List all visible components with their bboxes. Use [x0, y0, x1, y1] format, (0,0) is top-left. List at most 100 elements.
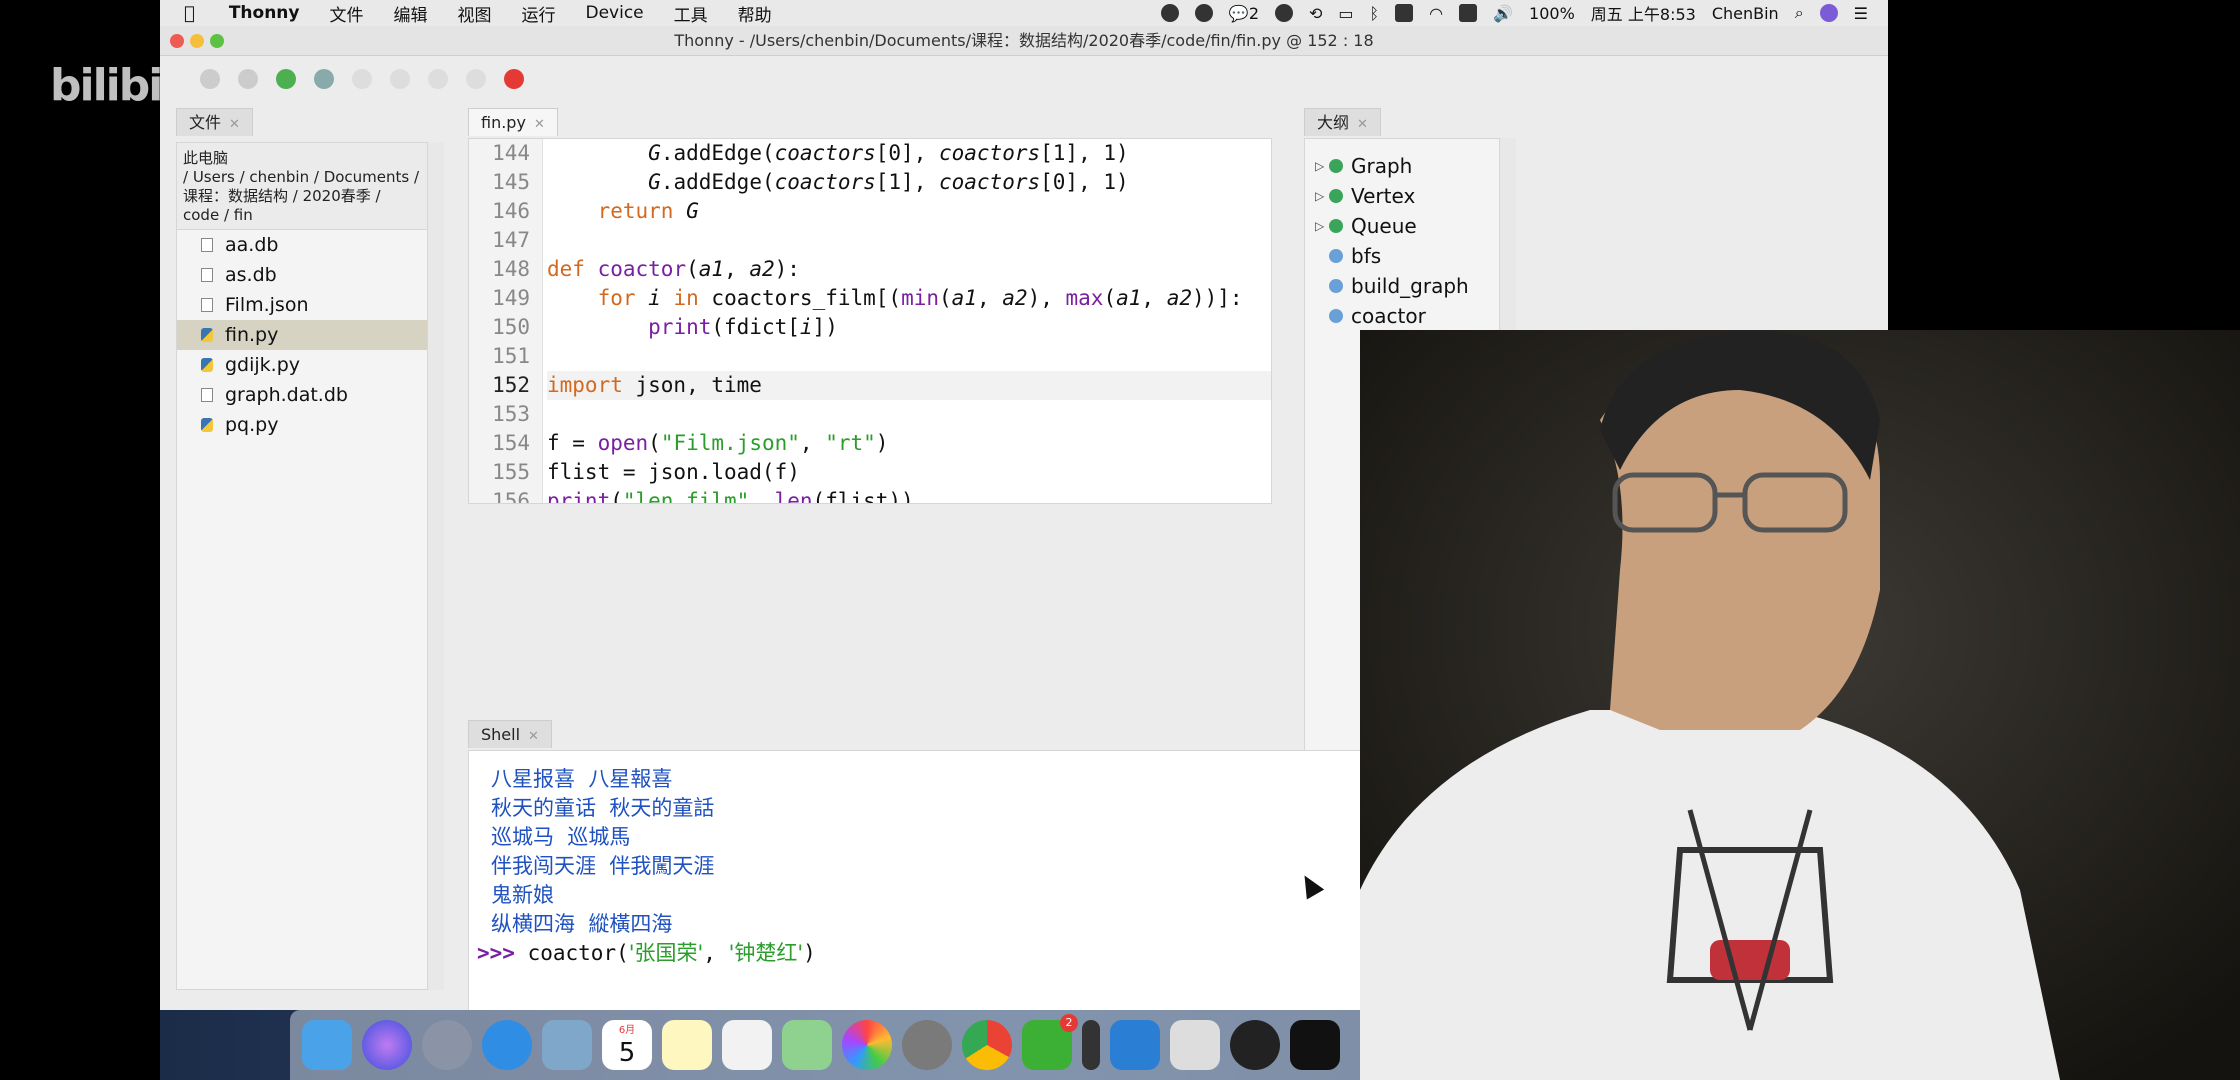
- step-out-icon[interactable]: [428, 69, 448, 89]
- code-line[interactable]: [547, 400, 1271, 429]
- siri-icon[interactable]: [1819, 4, 1838, 22]
- file-item[interactable]: graph.dat.db: [177, 380, 427, 410]
- close-tab-icon[interactable]: ✕: [534, 117, 545, 132]
- outline-item[interactable]: coactor: [1305, 301, 1499, 331]
- stop-icon[interactable]: [504, 69, 524, 89]
- code-line[interactable]: [547, 226, 1271, 255]
- input-method-icon[interactable]: [1459, 4, 1478, 22]
- path-text[interactable]: / Users / chenbin / Documents / 课程：数据结构 …: [183, 168, 421, 225]
- menu-item-help[interactable]: 帮助: [738, 1, 772, 26]
- shell-command-line[interactable]: >>> coactor('张国荣', '钟楚红'): [469, 939, 1515, 968]
- menu-item-edit[interactable]: 编辑: [393, 1, 427, 26]
- menu-item-run[interactable]: 运行: [521, 1, 555, 26]
- accessibility-icon[interactable]: [1275, 4, 1294, 22]
- code-line[interactable]: [547, 342, 1271, 371]
- expand-triangle-icon[interactable]: ▷: [1315, 181, 1324, 211]
- tab-outline[interactable]: 大纲 ✕: [1304, 108, 1381, 136]
- apple-icon[interactable]: : [184, 3, 195, 24]
- open-file-icon[interactable]: [238, 69, 258, 89]
- battery-label[interactable]: 100%: [1529, 4, 1575, 23]
- minimize-button[interactable]: [190, 34, 204, 48]
- siri-dock-icon[interactable]: [362, 1020, 412, 1070]
- clock[interactable]: 周五 上午8:53: [1591, 1, 1696, 25]
- tab-editor-file[interactable]: fin.py ✕: [468, 108, 558, 136]
- keyboard-icon[interactable]: [1395, 4, 1414, 22]
- close-tab-icon[interactable]: ✕: [528, 729, 539, 744]
- files-scrollbar[interactable]: [428, 142, 444, 990]
- code-line[interactable]: G.addEdge(coactors[1], coactors[0], 1): [547, 168, 1271, 197]
- obs-icon[interactable]: [1230, 1020, 1280, 1070]
- step-over-icon[interactable]: [352, 69, 372, 89]
- menu-item-tools[interactable]: 工具: [674, 1, 708, 26]
- menu-app-name[interactable]: Thonny: [229, 3, 300, 23]
- time-machine-icon[interactable]: ⟲: [1309, 4, 1322, 23]
- run-icon[interactable]: [276, 69, 296, 89]
- chrome-icon[interactable]: [962, 1020, 1012, 1070]
- file-item[interactable]: Film.json: [177, 290, 427, 320]
- file-item[interactable]: pq.py: [177, 410, 427, 440]
- expand-triangle-icon[interactable]: ▷: [1315, 211, 1324, 241]
- tab-shell[interactable]: Shell ✕: [468, 720, 552, 748]
- code-line[interactable]: G.addEdge(coactors[0], coactors[1], 1): [547, 139, 1271, 168]
- user-name[interactable]: ChenBin: [1712, 4, 1779, 23]
- mail-icon[interactable]: [542, 1020, 592, 1070]
- code-area[interactable]: G.addEdge(coactors[0], coactors[1], 1) G…: [547, 139, 1271, 503]
- outline-item[interactable]: ▷ Graph: [1305, 151, 1499, 181]
- close-tab-icon[interactable]: ✕: [229, 117, 240, 132]
- terminal-icon[interactable]: [1290, 1020, 1340, 1070]
- thonny-dock-icon[interactable]: [1170, 1020, 1220, 1070]
- tab-files[interactable]: 文件 ✕: [176, 108, 253, 136]
- menu-item-file[interactable]: 文件: [329, 1, 363, 26]
- menu-item-device[interactable]: Device: [585, 3, 643, 23]
- close-tab-icon[interactable]: ✕: [1357, 117, 1368, 132]
- status-shield-icon[interactable]: [1194, 4, 1213, 22]
- code-line[interactable]: for i in coactors_film[(min(a1, a2), max…: [547, 284, 1271, 313]
- outline-item[interactable]: bfs: [1305, 241, 1499, 271]
- code-line[interactable]: flist = json.load(f): [547, 458, 1271, 487]
- outline-item[interactable]: ▷ Queue: [1305, 211, 1499, 241]
- code-line[interactable]: f = open("Film.json", "rt"): [547, 429, 1271, 458]
- status-app-icon[interactable]: [1160, 4, 1179, 22]
- notification-center-icon[interactable]: ☰: [1854, 4, 1868, 23]
- code-line[interactable]: return G: [547, 197, 1271, 226]
- wechat-icon[interactable]: 2: [1022, 1014, 1078, 1070]
- bluetooth-icon[interactable]: ᛒ: [1370, 4, 1380, 23]
- spotlight-search-icon[interactable]: ⌕: [1795, 3, 1804, 23]
- launchpad-icon[interactable]: [422, 1020, 472, 1070]
- debug-icon[interactable]: [314, 69, 334, 89]
- file-item[interactable]: as.db: [177, 260, 427, 290]
- resume-icon[interactable]: [466, 69, 486, 89]
- calendar-icon[interactable]: 6月 5: [602, 1020, 652, 1070]
- maps-icon[interactable]: [782, 1020, 832, 1070]
- step-into-icon[interactable]: [390, 69, 410, 89]
- menu-item-view[interactable]: 视图: [457, 1, 491, 26]
- path-root[interactable]: 此电脑: [183, 149, 421, 168]
- photos-icon[interactable]: [842, 1020, 892, 1070]
- zoom-button[interactable]: [210, 34, 224, 48]
- code-line[interactable]: print("len film", len(flist)): [547, 487, 1271, 503]
- vscode-icon[interactable]: [1110, 1020, 1160, 1070]
- wifi-icon[interactable]: ◠: [1429, 4, 1443, 23]
- reminders-icon[interactable]: [722, 1020, 772, 1070]
- close-button[interactable]: [170, 34, 184, 48]
- utility-icon[interactable]: [1082, 1020, 1100, 1070]
- code-line[interactable]: def coactor(a1, a2):: [547, 255, 1271, 284]
- code-line[interactable]: print(fdict[i]): [547, 313, 1271, 342]
- outline-item[interactable]: ▷ Vertex: [1305, 181, 1499, 211]
- outline-item[interactable]: build_graph: [1305, 271, 1499, 301]
- airplay-icon[interactable]: ▭: [1338, 4, 1353, 23]
- new-file-icon[interactable]: [200, 69, 220, 89]
- file-item[interactable]: aa.db: [177, 230, 427, 260]
- wechat-status-icon[interactable]: 💬2: [1229, 4, 1259, 23]
- code-editor[interactable]: 1441451461471481491501511521531541551561…: [468, 138, 1272, 504]
- code-line[interactable]: import json, time: [547, 371, 1271, 400]
- file-item[interactable]: fin.py: [177, 320, 427, 350]
- notes-icon[interactable]: [662, 1020, 712, 1070]
- expand-triangle-icon[interactable]: ▷: [1315, 151, 1324, 181]
- shell-panel[interactable]: 八星报喜 八星報喜 秋天的童话 秋天的童話 巡城马 巡城馬 伴我闯天涯 伴我闖天涯 鬼新…: [468, 750, 1516, 1020]
- file-item[interactable]: gdijk.py: [177, 350, 427, 380]
- volume-icon[interactable]: 🔊: [1493, 4, 1513, 23]
- finder-icon[interactable]: [302, 1020, 352, 1070]
- safari-icon[interactable]: [482, 1020, 532, 1070]
- system-preferences-icon[interactable]: [902, 1020, 952, 1070]
